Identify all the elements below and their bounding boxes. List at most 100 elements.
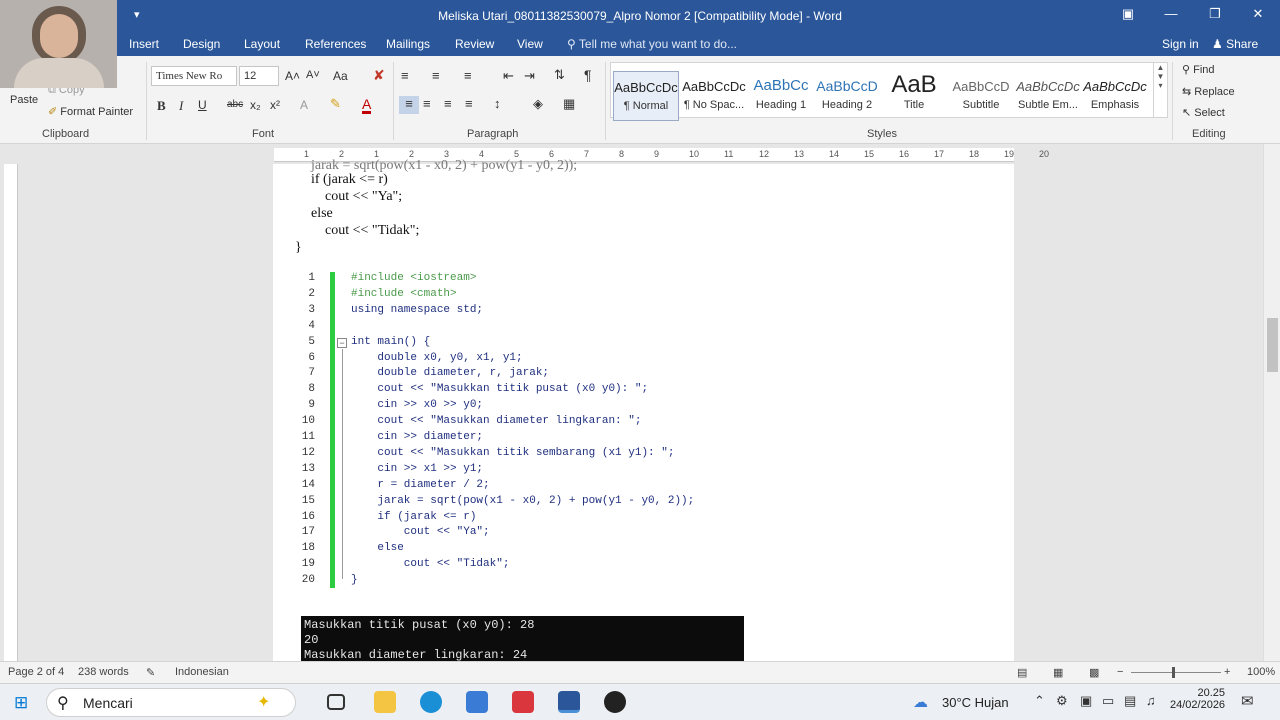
proofing-icon[interactable]: ✎ (146, 666, 155, 679)
strikethrough-button[interactable]: abc (227, 99, 243, 110)
weather-text[interactable]: 30°C Hujan (942, 695, 1009, 710)
recorder-app-icon[interactable] (604, 691, 626, 713)
zoom-level[interactable]: 100% (1247, 666, 1275, 678)
language-icon[interactable]: ⚙ (1056, 693, 1068, 709)
zoom-slider[interactable] (1131, 672, 1221, 673)
file-explorer-icon[interactable] (374, 691, 396, 713)
ruler-tick-label: 13 (794, 149, 805, 159)
style-normal[interactable]: AaBbCcDc ¶ Normal (613, 71, 679, 121)
shading-icon[interactable]: ◈ (533, 96, 543, 112)
wifi-icon[interactable]: ▤ (1124, 693, 1136, 709)
tell-me-input[interactable]: ⚲ Tell me what you want to do... (567, 37, 737, 51)
store-icon[interactable] (512, 691, 534, 713)
style-title[interactable]: AaB Title (881, 71, 947, 121)
style-heading-1[interactable]: AaBbCc Heading 1 (748, 71, 814, 121)
line-number: 4 (308, 319, 315, 332)
restore-button[interactable]: ❐ (1200, 6, 1230, 22)
code-line: 1 #include <iostream> (295, 272, 775, 288)
clear-formatting-icon[interactable]: ✘ (373, 67, 385, 84)
change-case-button[interactable]: Aa (333, 69, 348, 83)
tab-insert[interactable]: Insert (129, 37, 159, 51)
clock-date: 24/02/2026 (1170, 699, 1226, 711)
subscript-button[interactable]: x₂ (250, 98, 261, 112)
tab-references[interactable]: References (305, 37, 366, 51)
increase-indent-icon[interactable]: ⇥ (524, 68, 535, 84)
grow-font-button[interactable]: A˄ (285, 69, 300, 83)
style-subtle-emphasis[interactable]: AaBbCcDc Subtle Em... (1015, 71, 1081, 121)
shrink-font-button[interactable]: A˅ (306, 69, 320, 81)
outlook-icon[interactable] (466, 691, 488, 713)
document-page[interactable]: jarak = sqrt(pow(x1 - x0, 2) + pow(y1 - … (273, 158, 1014, 661)
scrollbar-thumb[interactable] (1267, 318, 1278, 372)
italic-button[interactable]: I (179, 98, 183, 114)
style-heading-2[interactable]: AaBbCcD Heading 2 (814, 71, 880, 121)
multilevel-list-icon[interactable]: ≡ (464, 68, 472, 83)
align-right-icon[interactable]: ≡ (444, 96, 452, 111)
replace-button[interactable]: ⇆ Replace (1182, 85, 1235, 98)
paste-button[interactable]: Paste (10, 94, 38, 106)
tab-view[interactable]: View (517, 37, 543, 51)
ribbon-display-options-icon[interactable]: ▣ (1113, 6, 1143, 22)
tray-app-icon[interactable]: ▣ (1080, 693, 1092, 709)
battery-icon[interactable]: ▭ (1102, 693, 1114, 709)
web-layout-icon[interactable]: ▩ (1089, 666, 1099, 679)
font-color-button[interactable]: A (362, 97, 372, 114)
taskbar-search[interactable]: ⚲ Mencari ✦ (46, 688, 296, 717)
line-spacing-icon[interactable]: ↕ (494, 96, 501, 111)
numbering-icon[interactable]: ≡ (432, 68, 440, 83)
close-button[interactable]: ✕ (1243, 6, 1273, 22)
show-hidden-icons-icon[interactable]: ⌃ (1034, 693, 1045, 709)
vertical-ruler[interactable] (4, 164, 18, 661)
decrease-indent-icon[interactable]: ⇤ (503, 68, 514, 84)
windows-start-icon[interactable]: ⊞ (14, 693, 28, 713)
style-name: Heading 1 (755, 99, 807, 111)
page-count[interactable]: Page 2 of 4 (8, 666, 64, 678)
style-emphasis[interactable]: AaBbCcDc Emphasis (1082, 71, 1148, 121)
system-clock[interactable]: 20.25 24/02/2026 (1170, 687, 1225, 711)
style-no-spacing[interactable]: AaBbCcDc ¶ No Spac... (681, 71, 747, 121)
word-count[interactable]: 238 words (78, 666, 129, 678)
font-family-select[interactable]: Times New Ro (151, 66, 237, 86)
sign-in-link[interactable]: Sign in (1162, 37, 1199, 51)
replace-label: Replace (1194, 86, 1235, 98)
find-button[interactable]: ⚲ Find (1182, 63, 1215, 76)
replace-icon: ⇆ (1182, 86, 1195, 98)
format-painter-button[interactable]: ✐ Format Painter (48, 105, 133, 118)
sort-icon[interactable]: ⇅ (554, 67, 565, 83)
read-mode-icon[interactable]: ▤ (1017, 666, 1027, 679)
text-effects-icon[interactable]: A (300, 98, 308, 112)
bullets-icon[interactable]: ≡ (401, 68, 409, 83)
align-left-icon[interactable]: ≡ (399, 96, 419, 114)
superscript-button[interactable]: x² (270, 98, 280, 112)
zoom-in-icon[interactable]: + (1224, 666, 1230, 678)
style-subtitle[interactable]: AaBbCcD Subtitle (948, 71, 1014, 121)
tab-layout[interactable]: Layout (244, 37, 280, 51)
share-button[interactable]: ♟ Share (1212, 37, 1258, 51)
justify-icon[interactable]: ≡ (465, 96, 473, 111)
styles-scroll-icon[interactable]: ▲ ▼ ▾ (1153, 63, 1167, 117)
edge-browser-icon[interactable] (420, 691, 442, 713)
borders-icon[interactable]: ▦ (563, 96, 575, 112)
tab-design[interactable]: Design (183, 37, 220, 51)
tab-mailings[interactable]: Mailings (386, 37, 430, 51)
volume-icon[interactable]: ♫ (1146, 693, 1156, 708)
show-formatting-button[interactable]: ¶ (584, 67, 592, 83)
align-center-icon[interactable]: ≡ (423, 96, 431, 111)
code-text: cin >> x1 >> y1; (351, 462, 484, 475)
vertical-scrollbar[interactable] (1263, 144, 1280, 661)
style-name: Subtle Em... (1018, 99, 1078, 111)
zoom-slider-thumb[interactable] (1172, 667, 1175, 678)
font-size-select[interactable]: 12 (239, 66, 279, 86)
underline-button[interactable]: U (198, 98, 207, 112)
minimize-button[interactable]: — (1156, 6, 1186, 21)
print-layout-icon[interactable]: ▦ (1053, 666, 1063, 679)
task-view-icon[interactable] (327, 694, 345, 710)
zoom-out-icon[interactable]: − (1117, 666, 1123, 678)
language-indicator[interactable]: Indonesian (175, 666, 229, 678)
tab-review[interactable]: Review (455, 37, 494, 51)
highlight-icon[interactable]: ✎ (330, 96, 341, 112)
notifications-icon[interactable]: ✉ (1241, 692, 1254, 710)
bold-button[interactable]: B (157, 98, 166, 114)
word-app-icon[interactable] (558, 691, 580, 713)
select-button[interactable]: ↖ Select (1182, 106, 1225, 119)
